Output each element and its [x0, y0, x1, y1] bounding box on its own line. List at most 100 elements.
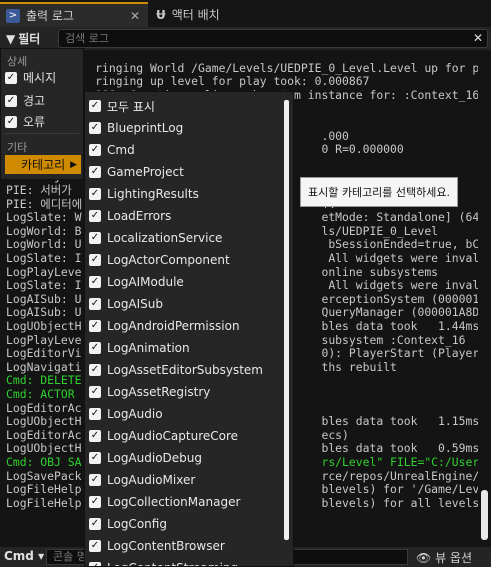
log-line: LogEditorAc [6, 400, 82, 415]
checkbox-icon[interactable]: ✓ [89, 122, 101, 134]
checkbox-icon[interactable]: ✓ [5, 115, 17, 128]
category-item[interactable]: ✓ LogAudioCaptureCore [89, 426, 238, 446]
category-item[interactable]: ✓ LogAudioDebug [89, 448, 202, 468]
eye-icon: 👁 [416, 551, 432, 565]
category-item[interactable]: ✓ 모두 표시 [89, 96, 155, 116]
tab-bar: > 출력 로그 ✕ Ʉ 액터 배치 [0, 0, 491, 27]
category-item[interactable]: ✓ LogAssetEditorSubsystem [89, 360, 263, 380]
checkbox-icon[interactable]: ✓ [89, 562, 101, 566]
view-options-button[interactable]: 👁 뷰 옵션 [416, 549, 472, 566]
category-label: LogAndroidPermission [107, 319, 240, 333]
checkbox-icon[interactable]: ✓ [89, 298, 101, 310]
category-item[interactable]: ✓ LogContentStreaming [89, 558, 238, 566]
checkbox-icon[interactable]: ✓ [89, 320, 101, 332]
category-item[interactable]: ✓ LogAudio [89, 404, 163, 424]
category-item[interactable]: ✓ Cmd [89, 140, 135, 160]
category-label: LightingResults [107, 187, 199, 201]
checkbox-icon[interactable]: ✓ [89, 364, 101, 376]
category-item[interactable]: ✓ LogAnimation [89, 338, 190, 358]
command-type-label: Cmd [4, 549, 34, 563]
clear-search-icon[interactable]: ✕ [473, 31, 483, 45]
checkbox-icon[interactable]: ✓ [89, 254, 101, 266]
filter-button[interactable]: ▼ 필터 [2, 29, 44, 48]
category-item[interactable]: ✓ BlueprintLog [89, 118, 183, 138]
search-box[interactable]: ✕ [58, 29, 488, 48]
category-label: LogActorComponent [107, 253, 230, 267]
category-label: LogContentBrowser [107, 539, 225, 553]
filter-item-label: 오류 [23, 115, 46, 129]
category-item[interactable]: ✓ LoadErrors [89, 206, 171, 226]
category-item[interactable]: ✓ LogCollectionManager [89, 492, 240, 512]
submenu-scrollbar[interactable] [284, 100, 289, 540]
category-item[interactable]: ✓ LogConfig [89, 514, 167, 534]
category-label: 모두 표시 [107, 99, 155, 114]
checkbox-icon[interactable]: ✓ [5, 94, 17, 107]
checkbox-icon[interactable]: ✓ [89, 144, 101, 156]
checkbox-icon[interactable]: ✓ [89, 166, 101, 178]
tab-place-actors[interactable]: Ʉ 액터 배치 [150, 2, 280, 27]
category-label: LogAudioMixer [107, 473, 196, 487]
log-line: Cmd: DELETE [6, 373, 82, 388]
checkbox-icon[interactable]: ✓ [89, 210, 101, 222]
checkbox-icon[interactable]: ✓ [89, 386, 101, 398]
filter-item-warnings[interactable]: ✓ 경고 [5, 92, 45, 109]
category-label: LogAudioDebug [107, 451, 203, 465]
category-item[interactable]: ✓ LogAudioMixer [89, 470, 195, 490]
view-options-label: 뷰 옵션 [435, 551, 472, 565]
tab-label: 액터 배치 [171, 8, 220, 22]
category-item[interactable]: ✓ LogAndroidPermission [89, 316, 240, 336]
category-label: LogAIModule [107, 275, 184, 289]
category-label: LogAnimation [107, 341, 190, 355]
tab-output-log[interactable]: > 출력 로그 ✕ [0, 2, 148, 27]
category-item[interactable]: ✓ LocalizationService [89, 228, 222, 248]
category-label: LogAssetEditorSubsystem [107, 363, 263, 377]
category-item[interactable]: ✓ LogActorComponent [89, 250, 230, 270]
category-item[interactable]: ✓ GameProject [89, 162, 184, 182]
category-label: LogAudio [107, 407, 163, 421]
checkbox-icon[interactable]: ✓ [89, 540, 101, 552]
category-label: LocalizationService [107, 231, 223, 245]
close-icon[interactable]: ✕ [130, 9, 140, 23]
scrollbar-thumb[interactable] [481, 490, 488, 540]
filter-item-messages[interactable]: ✓ 메시지 [5, 69, 56, 86]
category-item[interactable]: ✓ LogAssetRegistry [89, 382, 210, 402]
filter-item-label: 메시지 [23, 71, 57, 85]
checkbox-icon[interactable]: ✓ [89, 276, 101, 288]
log-scrollbar[interactable] [478, 50, 491, 547]
checkbox-icon[interactable]: ✓ [89, 408, 101, 420]
checkbox-icon[interactable]: ✓ [5, 71, 17, 84]
menu-divider [5, 133, 79, 134]
command-type-dropdown[interactable]: Cmd ▾ [4, 549, 44, 563]
tab-label: 출력 로그 [26, 9, 74, 23]
checkbox-icon[interactable]: ✓ [89, 496, 101, 508]
search-input[interactable] [59, 30, 471, 47]
chevron-right-icon: ▶ [70, 159, 77, 170]
checkbox-icon[interactable]: ✓ [89, 232, 101, 244]
checkbox-icon[interactable]: ✓ [89, 452, 101, 464]
section-header-severity: 상세 [7, 55, 28, 68]
checkbox-icon[interactable]: ✓ [89, 100, 101, 112]
section-header-other: 기타 [7, 141, 28, 154]
category-label: LogAssetRegistry [107, 385, 211, 399]
checkbox-icon[interactable]: ✓ [89, 188, 101, 200]
category-item[interactable]: ✓ LogAIModule [89, 272, 184, 292]
checkbox-icon[interactable]: ✓ [89, 518, 101, 530]
log-line: Cmd: ACTOR [6, 387, 82, 401]
category-submenu: ✓ 모두 표시 ✓ BlueprintLog ✓ Cmd ✓ GameProject ✓ Ligh… [84, 91, 294, 567]
checkbox-icon[interactable]: ✓ [89, 474, 101, 486]
category-item[interactable]: ✓ LogAISub [89, 294, 163, 314]
checkbox-icon[interactable]: ✓ [89, 430, 101, 442]
filter-menu: 상세 ✓ 메시지 ✓ 경고 ✓ 오류 기타 카테고리 ▶ [0, 48, 84, 180]
category-label: LoadErrors [107, 209, 172, 223]
category-submenu-item[interactable]: 카테고리 ▶ [5, 155, 81, 174]
category-tooltip: 표시할 카테고리를 선택하세요. [300, 177, 458, 207]
category-item[interactable]: ✓ LogContentBrowser [89, 536, 225, 556]
category-label: LogContentStreaming [107, 561, 238, 566]
output-log-icon: > [6, 8, 20, 23]
filter-icon: ▼ [6, 31, 16, 46]
checkbox-icon[interactable]: ✓ [89, 342, 101, 354]
category-label: Cmd [107, 143, 135, 157]
filter-item-errors[interactable]: ✓ 오류 [5, 113, 45, 130]
category-item[interactable]: ✓ LightingResults [89, 184, 199, 204]
category-label: LogAudioCaptureCore [107, 429, 239, 443]
